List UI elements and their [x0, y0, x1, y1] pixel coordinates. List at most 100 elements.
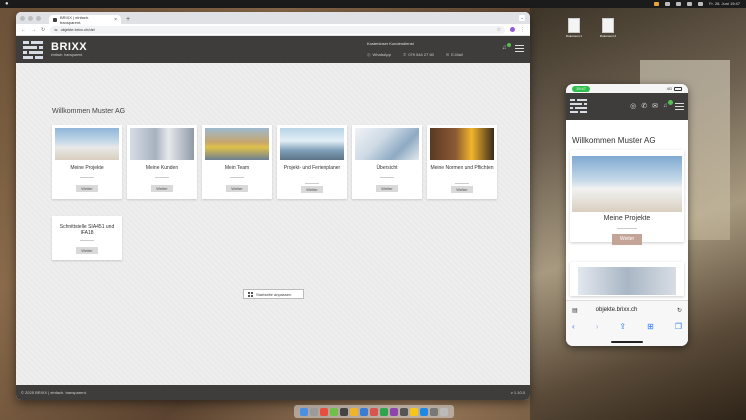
weiter-button[interactable]: Weiter	[376, 185, 398, 192]
close-window-button[interactable]	[20, 15, 25, 21]
phone-card-meine-projekte[interactable]: Meine Projekte Weiter	[570, 150, 684, 245]
app-icon[interactable]	[380, 407, 388, 416]
menubar-status-icon[interactable]	[665, 2, 671, 6]
weiter-button[interactable]: Weiter	[76, 247, 98, 254]
phone-address-bar[interactable]: ▤ objekte.brixx.ch ↻	[572, 304, 682, 316]
weiter-button[interactable]: Weiter	[76, 185, 98, 192]
desktop-file-label: Dokument 2	[599, 34, 617, 38]
app-icon[interactable]	[390, 407, 398, 416]
menubar-search-icon[interactable]	[698, 2, 704, 6]
browser-tab-bar: BRIXX | einfach. transparent. × + ⌄	[16, 12, 530, 25]
forward-arrow-icon[interactable]: →	[31, 27, 36, 33]
phone-icon[interactable]: ✆	[641, 102, 647, 111]
app-icon[interactable]	[400, 407, 408, 416]
address-toolbar: ← → ↻ ⇋ objekte.brixx.ch/de/ ☆ ⋮	[16, 24, 530, 36]
new-tab-button[interactable]: +	[126, 15, 130, 24]
site-footer: © 2025 BRIXX | einfach. transparent. v 1…	[16, 385, 530, 400]
url-text[interactable]: objekte.brixx.ch/de/	[61, 27, 95, 32]
dashboard-page: Willkommen Muster AG Meine Projekte Weit…	[16, 63, 530, 385]
whatsapp-link[interactable]: ◎ WhatsApp	[367, 52, 391, 57]
app-icon[interactable]	[340, 407, 348, 416]
app-icon[interactable]	[320, 407, 328, 416]
app-icon[interactable]	[430, 407, 438, 416]
forward-arrow-icon[interactable]: ›	[596, 322, 599, 331]
card-label: Meine Projekte	[603, 215, 651, 222]
browser-window: BRIXX | einfach. transparent. × + ⌄ ← → …	[16, 12, 530, 400]
profile-avatar-icon[interactable]	[510, 27, 515, 32]
finder-icon[interactable]	[300, 407, 308, 416]
maximize-window-button[interactable]	[36, 15, 41, 21]
minimize-window-button[interactable]	[28, 15, 33, 21]
window-controls	[20, 12, 41, 24]
brand[interactable]: BRIXX einfach. transparent.	[51, 41, 87, 58]
menubar-clock[interactable]: Fr. 28. Juni 19:47	[709, 0, 740, 8]
bookmarks-icon[interactable]: ⊞	[647, 322, 654, 331]
card-uebersicht[interactable]: Übersicht Weiter	[352, 125, 422, 199]
browser-tab[interactable]: BRIXX | einfach. transparent. ×	[49, 15, 121, 25]
document-icon	[602, 18, 614, 33]
weiter-button[interactable]: Weiter	[612, 234, 642, 245]
construction-workers-photo-icon	[55, 128, 119, 160]
hamburger-menu-icon[interactable]	[675, 103, 684, 110]
card-normen-pflichten[interactable]: Meine Normen und Pflichten Weiter	[427, 125, 497, 199]
phone-mockup: 19:47 4G ◎ ✆ ✉ ♫ Willkommen Muster AG Me…	[566, 84, 688, 346]
card-schnittstelle[interactable]: Schnittstelle SIA451 und IFA18 Weiter	[52, 216, 122, 260]
notification-bell-icon[interactable]: ♫	[502, 43, 511, 52]
app-icon[interactable]	[310, 407, 318, 416]
weiter-button[interactable]: Weiter	[151, 185, 173, 192]
menubar-app-icon[interactable]	[654, 2, 660, 6]
browser-menu-icon[interactable]: ⋮	[520, 27, 525, 33]
card-projekt-ferienplaner[interactable]: Projekt- und Ferienplaner Weiter	[277, 125, 347, 199]
app-icon[interactable]	[330, 407, 338, 416]
chrome-icon[interactable]	[410, 407, 418, 416]
share-icon[interactable]: ⇪	[619, 322, 626, 331]
phone-url-text[interactable]: objekte.brixx.ch	[596, 307, 638, 313]
copyright-text: © 2025 BRIXX | einfach. transparent.	[21, 390, 87, 395]
app-icon[interactable]	[350, 407, 358, 416]
reload-icon[interactable]: ↻	[41, 27, 45, 33]
address-bar[interactable]: ⇋ objekte.brixx.ch/de/ ☆	[50, 25, 505, 34]
site-info-icon[interactable]: ⇋	[54, 27, 57, 32]
notification-bell-icon[interactable]: ♫	[663, 100, 673, 110]
weiter-button[interactable]: Weiter	[451, 186, 473, 193]
desktop-file[interactable]: Dokument 1	[563, 18, 585, 38]
notification-badge	[668, 100, 673, 105]
brixx-logo-icon[interactable]	[23, 40, 45, 59]
reload-icon[interactable]: ↻	[677, 307, 682, 314]
startseite-anpassen-button[interactable]: Startseite anpassen	[243, 289, 304, 299]
close-tab-icon[interactable]: ×	[114, 17, 117, 23]
card-meine-kunden[interactable]: Meine Kunden Weiter	[127, 125, 197, 199]
app-icon[interactable]	[360, 407, 368, 416]
app-icon[interactable]	[420, 407, 428, 416]
trash-icon[interactable]	[440, 407, 448, 416]
bookmark-star-icon[interactable]: ☆	[497, 27, 501, 33]
tabs-icon[interactable]: ❐	[675, 322, 682, 331]
mail-icon[interactable]: ✉	[652, 102, 658, 111]
card-mein-team[interactable]: Mein Team Weiter	[202, 125, 272, 199]
desktop-file[interactable]: Dokument 2	[597, 18, 619, 38]
email-link[interactable]: ✉ E-Mail	[446, 52, 463, 57]
phone-link[interactable]: ✆ 079 544 27 60	[403, 52, 434, 57]
menubar-wifi-icon[interactable]	[676, 2, 682, 6]
phone-site-header: ◎ ✆ ✉ ♫	[566, 93, 688, 120]
phone-welcome-heading: Willkommen Muster AG	[572, 136, 656, 145]
app-icon[interactable]	[370, 407, 378, 416]
tab-search-icon[interactable]: ⌄	[519, 15, 525, 21]
apple-menu-icon[interactable]: ●	[5, 0, 9, 8]
whatsapp-icon[interactable]: ◎	[630, 102, 636, 111]
card-meine-projekte[interactable]: Meine Projekte Weiter	[52, 125, 122, 199]
card-label: Meine Normen und Pflichten	[430, 165, 494, 171]
phone-time: 19:47	[572, 85, 591, 92]
back-arrow-icon[interactable]: ‹	[572, 322, 575, 331]
team-helmets-photo-icon	[205, 128, 269, 160]
reader-icon[interactable]: ▤	[572, 307, 578, 314]
document-icon	[568, 18, 580, 33]
back-arrow-icon[interactable]: ←	[21, 27, 26, 33]
phone-card-next[interactable]	[570, 262, 684, 296]
brixx-logo-icon[interactable]	[570, 98, 588, 115]
menubar-battery-icon[interactable]	[687, 2, 693, 6]
hamburger-menu-icon[interactable]	[515, 45, 524, 52]
weiter-button[interactable]: Weiter	[226, 185, 248, 192]
weiter-button[interactable]: Weiter	[301, 186, 323, 193]
welcome-heading: Willkommen Muster AG	[52, 108, 126, 115]
